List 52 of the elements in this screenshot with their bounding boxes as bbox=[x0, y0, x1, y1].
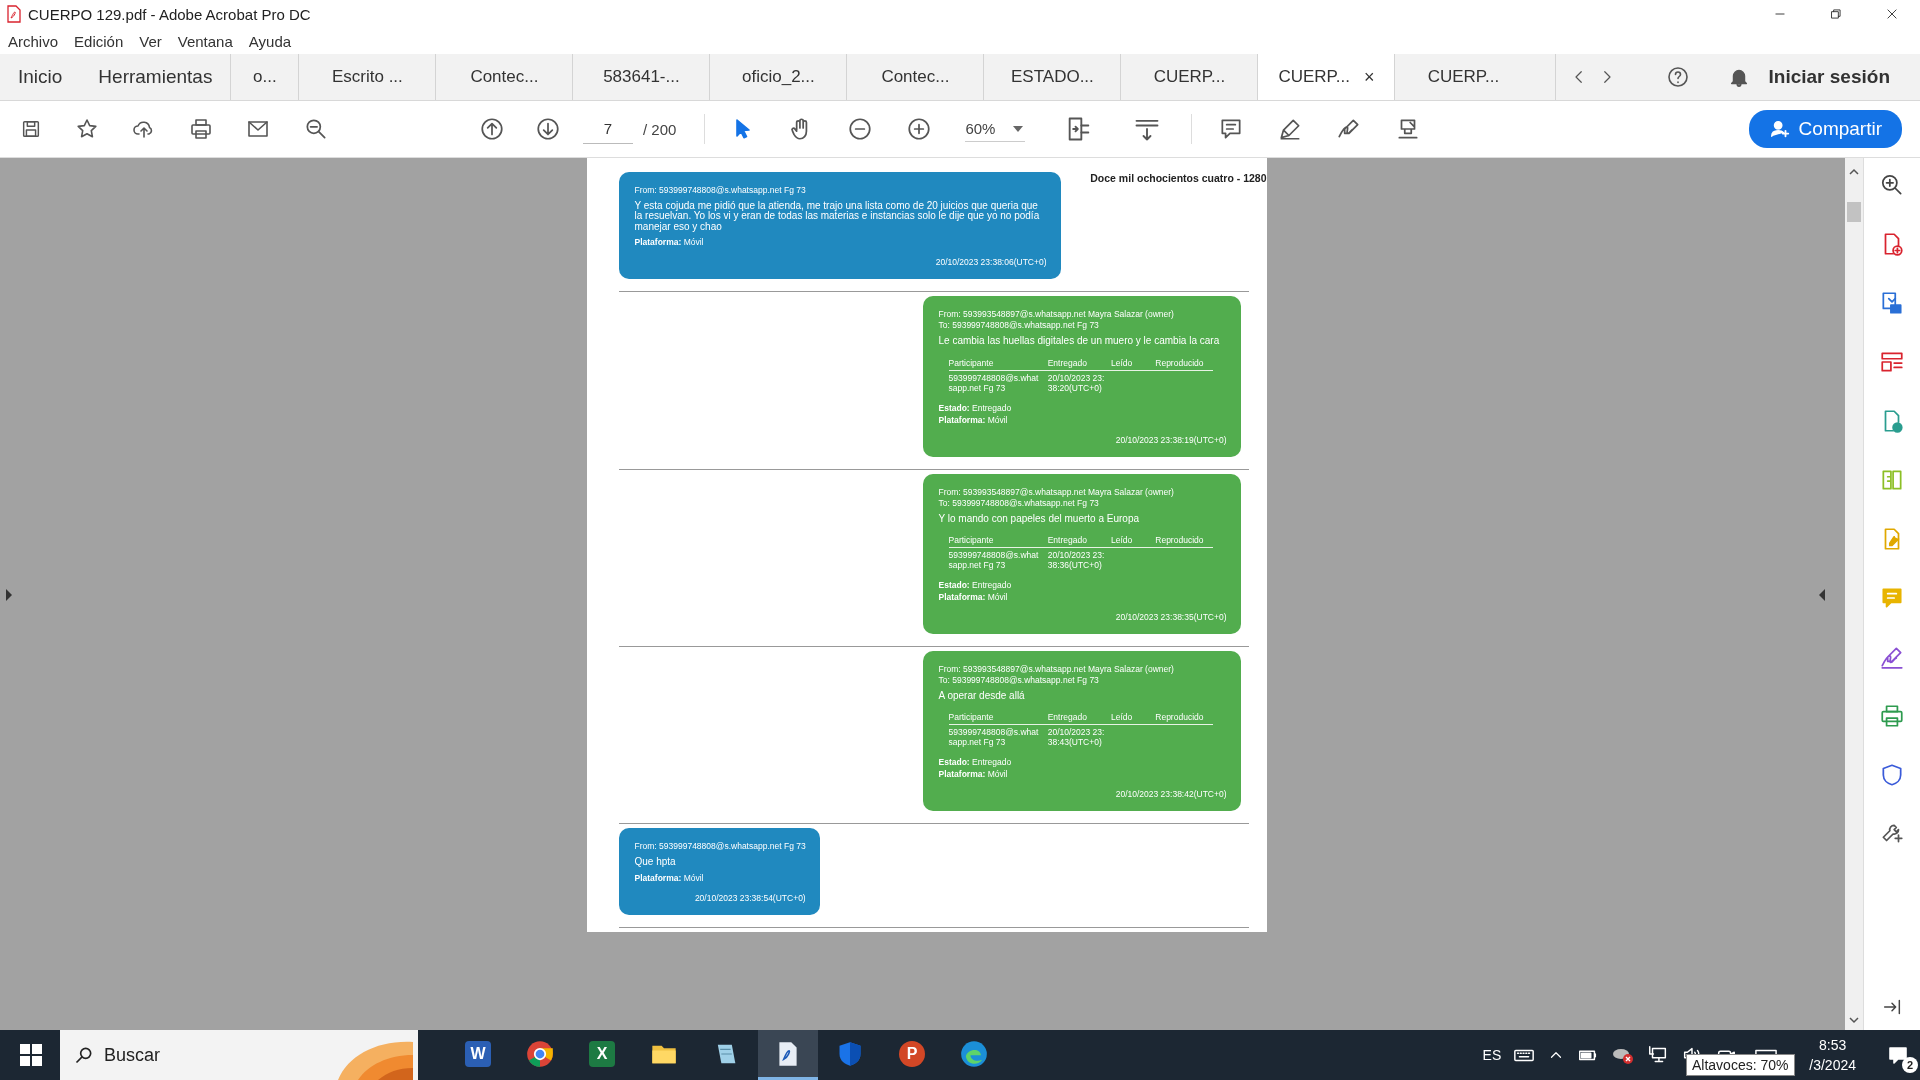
table-cell: 593999748808@s.whatsapp.net Fg 73 bbox=[948, 547, 1048, 571]
powerpoint-icon: P bbox=[899, 1040, 925, 1067]
table-header-cell: Leído bbox=[1110, 535, 1156, 548]
platform-text: Plataforma: Móvil bbox=[634, 872, 705, 883]
table-cell: 20/10/2023 23:38:43(UTC+0) bbox=[1047, 724, 1111, 748]
message-text: Le cambia las huellas digitales de un muero y le cambia la cara bbox=[938, 336, 1221, 347]
table-header-cell: Reproducido bbox=[1155, 357, 1213, 371]
page-total: / 200 bbox=[643, 120, 677, 138]
notification-count: 2 bbox=[1902, 1057, 1918, 1073]
message-text: Que hpta bbox=[634, 857, 677, 868]
excel-icon: X bbox=[589, 1040, 615, 1067]
platform-text: Plataforma: Móvil bbox=[938, 414, 1009, 425]
status-text: Estado: Entregado bbox=[938, 580, 1013, 591]
sender-text: From: 593999748808@s.whatsapp.net Fg 73 bbox=[634, 186, 807, 195]
table-header-cell: Entregado bbox=[1047, 357, 1111, 371]
recipient-text: To: 593999748808@s.whatsapp.net Fg 73 bbox=[938, 321, 1100, 331]
timestamp: 20/10/2023 23:38:19(UTC+0) bbox=[1115, 434, 1227, 445]
table-cell: 593999748808@s.whatsapp.net Fg 73 bbox=[948, 724, 1048, 748]
sender-text: From: 593993548897@s.whatsapp.net Mayra Salazar (owner) bbox=[938, 310, 1175, 320]
table-header-cell: Participante bbox=[948, 712, 1048, 725]
table-header-cell: Participante bbox=[948, 535, 1048, 548]
platform-text: Plataforma: Móvil bbox=[938, 592, 1009, 603]
table-header-cell: Leído bbox=[1110, 712, 1156, 725]
sender-text: From: 593993548897@s.whatsapp.net Mayra Salazar (owner) bbox=[938, 487, 1175, 497]
table-header-cell: Reproducido bbox=[1155, 712, 1213, 725]
table-cell: 593999748808@s.whatsapp.net Fg 73 bbox=[948, 370, 1048, 393]
recipient-text: To: 593999748808@s.whatsapp.net Fg 73 bbox=[938, 676, 1100, 685]
word-icon: W bbox=[465, 1040, 491, 1067]
table-cell: 20/10/2023 23:38:36(UTC+0) bbox=[1047, 547, 1111, 571]
table-cell: 20/10/2023 23:38:20(UTC+0) bbox=[1047, 370, 1111, 393]
platform-text: Plataforma: Móvil bbox=[634, 237, 705, 248]
status-text: Estado: Entregado bbox=[938, 757, 1013, 768]
sender-text: From: 593993548897@s.whatsapp.net Mayra Salazar (owner) bbox=[938, 665, 1175, 675]
window-title: CUERPO 129.pdf - Adobe Acrobat Pro DC bbox=[28, 5, 312, 23]
status-text: Estado: Entregado bbox=[938, 402, 1013, 413]
message-text: A operar desde allá bbox=[938, 690, 1026, 702]
message-text: Y lo mando con papeles del muerto a Europa bbox=[938, 513, 1140, 525]
platform-text: Plataforma: Móvil bbox=[938, 769, 1009, 780]
table-header-cell: Entregado bbox=[1047, 712, 1111, 725]
timestamp: 20/10/2023 23:38:35(UTC+0) bbox=[1115, 612, 1227, 623]
sender-text: From: 593999748808@s.whatsapp.net Fg 73 bbox=[634, 842, 806, 852]
table-header-cell: Entregado bbox=[1047, 535, 1111, 548]
volume-tooltip: Altavoces: 70% bbox=[1686, 1054, 1795, 1076]
table-header-cell: Leído bbox=[1110, 357, 1156, 371]
timestamp: 20/10/2023 23:38:06(UTC+0) bbox=[935, 257, 1047, 268]
message-text: Y esta cojuda me pidió que la atienda, me trajo una lista como de 20 juicios que queria que la resuelvan. Yo los vi y eran de todas las materias e instancias solo le dije que yo no podía manejar eso y chao bbox=[634, 200, 1041, 233]
timestamp: 20/10/2023 23:38:54(UTC+0) bbox=[694, 892, 806, 903]
table-header-cell: Reproducido bbox=[1155, 535, 1213, 548]
table-header-cell: Participante bbox=[948, 357, 1048, 371]
page-header: Doce mil ochocientos cuatro - 1280 bbox=[1090, 172, 1267, 184]
timestamp: 20/10/2023 23:38:42(UTC+0) bbox=[1115, 789, 1227, 800]
recipient-text: To: 593999748808@s.whatsapp.net Fg 73 bbox=[938, 498, 1100, 508]
